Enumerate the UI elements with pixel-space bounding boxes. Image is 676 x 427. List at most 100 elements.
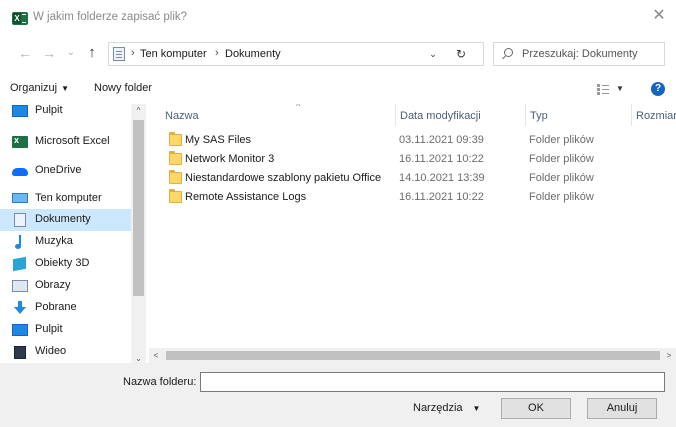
- file-list: Nazwa ^ Data modyfikacji Typ Rozmiar My …: [149, 104, 676, 348]
- table-row[interactable]: My SAS Files 03.11.2021 09:39 Folder pli…: [149, 131, 676, 150]
- table-row[interactable]: Niestandardowe szablony pakietu Office 1…: [149, 169, 676, 188]
- file-type: Folder plików: [529, 134, 594, 146]
- breadcrumb-dokumenty[interactable]: Dokumenty: [225, 48, 281, 60]
- sidebar-item-obrazy[interactable]: Obrazy: [0, 275, 131, 297]
- downloads-icon: [14, 301, 26, 315]
- table-row[interactable]: Remote Assistance Logs 16.11.2021 10:22 …: [149, 188, 676, 207]
- title-bar: X W jakim folderze zapisać plik? ✕: [0, 0, 676, 36]
- folder-icon: [169, 151, 182, 165]
- recent-locations-icon[interactable]: ⌄: [62, 44, 80, 62]
- sidebar-item-pulpit-quick[interactable]: Pulpit: [0, 104, 131, 122]
- navigation-bar: ← → ⌄ ↑ › Ten komputer › Dokumenty ⌄ ↻: [0, 38, 676, 70]
- sidebar-item-muzyka[interactable]: Muzyka: [0, 231, 131, 253]
- folder-name-label: Nazwa folderu:: [123, 376, 197, 388]
- file-date: 14.10.2021 13:39: [399, 172, 485, 184]
- breadcrumb-separator: ›: [215, 47, 219, 59]
- computer-icon: [12, 193, 28, 203]
- file-type: Folder plików: [529, 153, 594, 165]
- tools-label: Narzędzia: [413, 402, 463, 414]
- chevron-down-icon[interactable]: ▼: [616, 84, 624, 93]
- sidebar-item-microsoft-excel[interactable]: Microsoft Excel: [0, 131, 131, 153]
- sidebar-item-pobrane[interactable]: Pobrane: [0, 297, 131, 319]
- organize-label: Organizuj: [10, 82, 58, 94]
- objects-3d-icon: [13, 256, 26, 272]
- file-date: 03.11.2021 09:39: [399, 134, 484, 146]
- sidebar-item-label: Dokumenty: [35, 213, 91, 225]
- sidebar-item-obiekty-3d[interactable]: Obiekty 3D: [0, 253, 131, 275]
- file-name: My SAS Files: [185, 134, 252, 146]
- sidebar-item-wideo[interactable]: Wideo: [0, 341, 131, 363]
- sidebar-item-label: Pulpit: [35, 104, 63, 116]
- sidebar-item-label: Microsoft Excel: [35, 135, 110, 147]
- excel-icon: [12, 135, 28, 148]
- organize-button[interactable]: Organizuj ▼: [10, 82, 69, 94]
- scroll-right-icon[interactable]: >: [662, 348, 676, 363]
- documents-icon: [113, 47, 125, 61]
- file-date: 16.11.2021 10:22: [399, 191, 484, 203]
- scroll-left-icon[interactable]: <: [149, 348, 163, 363]
- scrollbar-thumb[interactable]: [133, 120, 144, 296]
- folder-icon: [169, 189, 182, 203]
- sidebar-item-label: Pulpit: [35, 323, 63, 335]
- desktop-icon: [12, 324, 28, 336]
- file-date: 16.11.2021 10:22: [399, 153, 484, 165]
- scroll-up-icon[interactable]: ^: [131, 104, 146, 118]
- forward-arrow-icon[interactable]: →: [40, 44, 58, 62]
- file-type: Folder plików: [529, 191, 594, 203]
- music-icon: [15, 235, 25, 249]
- sidebar-item-onedrive[interactable]: OneDrive: [0, 160, 131, 182]
- sidebar-item-label: Wideo: [35, 345, 67, 357]
- window-title: W jakim folderze zapisać plik?: [33, 11, 188, 23]
- search-icon: [504, 48, 513, 57]
- excel-icon: X: [12, 12, 28, 25]
- folder-name-field[interactable]: [200, 372, 665, 392]
- column-header-type[interactable]: Typ: [525, 104, 631, 126]
- sidebar-item-ten-komputer[interactable]: Ten komputer: [0, 188, 131, 210]
- sort-ascending-icon: ^: [296, 104, 301, 111]
- column-header-size[interactable]: Rozmiar: [631, 104, 676, 126]
- ok-button[interactable]: OK: [501, 398, 571, 419]
- sidebar-item-label: Obiekty 3D: [35, 257, 90, 269]
- sidebar-item-label: Obrazy: [35, 279, 71, 291]
- file-type: Folder plików: [529, 172, 594, 184]
- refresh-icon[interactable]: ↻: [452, 45, 470, 63]
- chevron-down-icon[interactable]: ⌄: [425, 46, 441, 62]
- cancel-button[interactable]: Anuluj: [587, 398, 657, 419]
- file-name: Remote Assistance Logs: [185, 191, 307, 203]
- address-bar[interactable]: › Ten komputer › Dokumenty ⌄ ↻: [108, 42, 484, 66]
- up-arrow-icon[interactable]: ↑: [83, 44, 101, 62]
- breadcrumb-ten-komputer[interactable]: Ten komputer: [140, 48, 207, 60]
- back-arrow-icon[interactable]: ←: [16, 44, 34, 62]
- close-button[interactable]: ✕: [650, 7, 668, 25]
- chevron-down-icon: ▼: [61, 84, 69, 93]
- navigation-pane: Pulpit Microsoft Excel OneDrive Ten komp…: [0, 104, 146, 366]
- table-row[interactable]: Network Monitor 3 16.11.2021 10:22 Folde…: [149, 150, 676, 169]
- sidebar-item-label: Muzyka: [35, 235, 73, 247]
- cloud-icon: [12, 168, 28, 176]
- documents-icon: [14, 213, 26, 227]
- sidebar-item-pulpit[interactable]: Pulpit: [0, 319, 131, 341]
- breadcrumb-separator: ›: [131, 47, 135, 59]
- search-input[interactable]: [522, 47, 662, 61]
- toolbar: Organizuj ▼ Nowy folder ▼ ?: [0, 76, 676, 102]
- sidebar-scrollbar[interactable]: ^ ⌄: [131, 104, 146, 366]
- view-options-icon[interactable]: [597, 84, 609, 94]
- sidebar-item-label: Ten komputer: [35, 192, 102, 204]
- sidebar-item-label: OneDrive: [35, 164, 82, 176]
- column-header-name-label: Nazwa: [165, 110, 199, 122]
- sidebar-item-label: Pobrane: [35, 301, 77, 313]
- tools-button[interactable]: Narzędzia ▼: [413, 402, 480, 414]
- folder-icon: [169, 132, 182, 146]
- help-icon[interactable]: ?: [651, 82, 665, 96]
- file-name: Niestandardowe szablony pakietu Office: [185, 172, 382, 184]
- pictures-icon: [12, 280, 28, 292]
- horizontal-scrollbar[interactable]: < >: [149, 348, 676, 363]
- column-header-date[interactable]: Data modyfikacji: [395, 104, 525, 126]
- new-folder-button[interactable]: Nowy folder: [94, 82, 152, 94]
- search-box[interactable]: [493, 42, 665, 66]
- scrollbar-thumb[interactable]: [166, 351, 660, 360]
- desktop-icon: [12, 105, 28, 117]
- sidebar-item-dokumenty[interactable]: Dokumenty: [0, 209, 131, 231]
- folder-icon: [169, 170, 182, 184]
- column-header-name[interactable]: Nazwa ^: [165, 104, 395, 126]
